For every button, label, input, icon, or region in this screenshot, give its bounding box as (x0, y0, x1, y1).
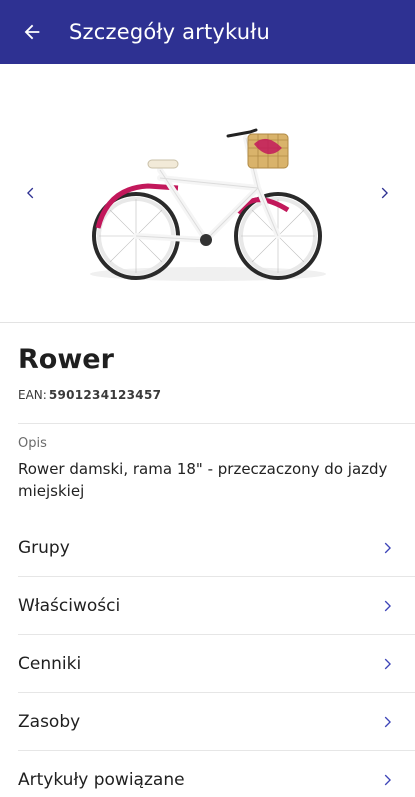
menu-item-cenniki[interactable]: Cenniki (0, 635, 415, 693)
chevron-right-icon (377, 596, 397, 616)
chevron-right-icon (377, 770, 397, 790)
bicycle-photo (88, 118, 328, 284)
description-label: Opis (18, 436, 47, 451)
chevron-right-icon (377, 654, 397, 674)
chevron-right-icon (381, 187, 388, 199)
divider (0, 322, 415, 323)
ean-row: EAN: 5901234123457 (18, 388, 161, 402)
chevron-right-icon (377, 538, 397, 558)
menu-item-label: Zasoby (18, 712, 81, 732)
chevron-left-icon (27, 187, 34, 199)
chevron-right-icon (377, 712, 397, 732)
menu-item-label: Cenniki (18, 654, 82, 674)
arrow-left-icon (24, 24, 40, 40)
back-button[interactable] (0, 0, 64, 64)
menu-item-artykuly-powiazane[interactable]: Artykuły powiązane (0, 751, 415, 797)
product-name: Rower (18, 344, 114, 375)
menu-item-label: Artykuły powiązane (18, 770, 185, 790)
app-bar: Szczegóły artykułu (0, 0, 415, 64)
gallery-next-button[interactable] (367, 176, 401, 210)
gallery-prev-button[interactable] (14, 176, 48, 210)
description-text: Rower damski, rama 18" - przeczaczony do… (18, 460, 388, 500)
menu-item-label: Właściwości (18, 596, 121, 616)
menu-item-label: Grupy (18, 538, 70, 558)
ean-label: EAN: (18, 388, 47, 402)
menu-item-zasoby[interactable]: Zasoby (0, 693, 415, 751)
page-title: Szczegóły artykułu (69, 20, 270, 44)
image-gallery[interactable] (0, 64, 415, 322)
divider (18, 423, 415, 424)
menu-item-grupy[interactable]: Grupy (0, 519, 415, 577)
ean-value: 5901234123457 (48, 388, 162, 402)
menu-item-wlasciwosci[interactable]: Właściwości (0, 577, 415, 635)
